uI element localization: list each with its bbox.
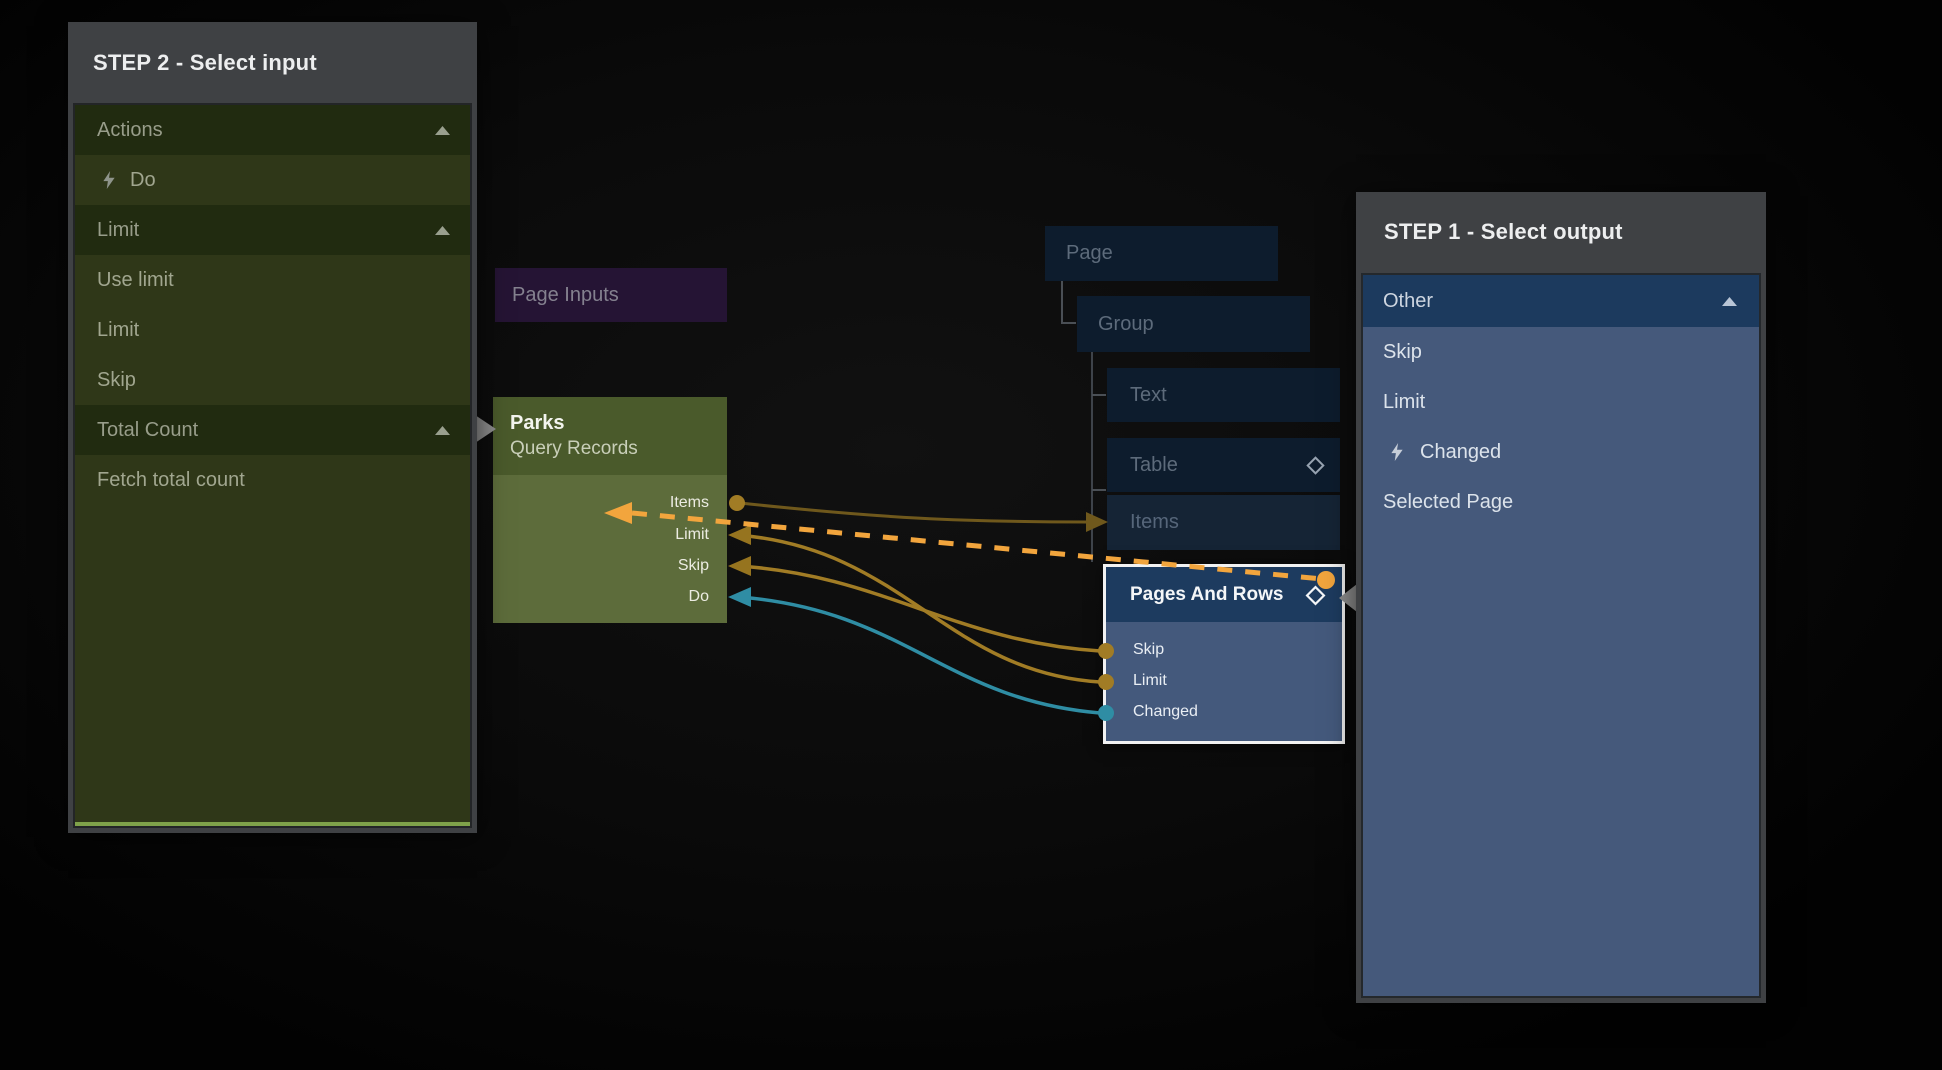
chevron-up-icon[interactable] [435,226,450,235]
step2-section-actions[interactable]: Actions [75,105,470,155]
step1-section-other[interactable]: Other [1363,275,1759,327]
item-label: Do [130,169,156,192]
step1-item-selected-page[interactable]: Selected Page [1363,477,1759,527]
wire-changed[interactable] [739,597,1100,713]
step1-pointer-triangle [1339,584,1357,612]
step2-panel-title: STEP 2 - Select input [93,22,317,104]
step2-section-limit[interactable]: Limit [75,205,470,255]
tree-node-items[interactable]: Items [1107,495,1340,550]
section-label: Other [1383,290,1433,313]
wire-skip[interactable] [737,566,1100,651]
chevron-up-icon[interactable] [435,126,450,135]
item-label: Skip [1383,341,1422,364]
chevron-up-icon[interactable] [1722,297,1737,306]
step1-panel: STEP 1 - Select output Other Skip Limit … [1356,192,1766,1003]
item-label: Skip [97,369,136,392]
item-label: Use limit [97,269,174,292]
parks-skip-arrowhead [728,556,751,576]
tree-node-text[interactable]: Text [1107,368,1340,422]
page-inputs-node[interactable]: Page Inputs [495,268,727,322]
item-label: Changed [1420,441,1501,464]
node-label: Page Inputs [512,284,619,307]
flow-canvas: STEP 2 - Select input Actions Do Limit U… [0,0,1942,1070]
node-title: Pages And Rows [1130,584,1283,606]
parks-port-do[interactable]: Do [689,587,709,607]
pagesrows-port-limit[interactable]: Limit [1133,671,1167,691]
section-label: Total Count [97,419,198,442]
step2-item-fetch-total-count[interactable]: Fetch total count [75,455,470,505]
parks-port-limit[interactable]: Limit [675,525,709,545]
tree-node-label: Items [1130,511,1179,534]
wire-items-arrowhead [1086,512,1108,532]
parks-port-skip[interactable]: Skip [678,556,709,576]
tree-node-label: Page [1066,242,1113,265]
step1-panel-title: STEP 1 - Select output [1384,192,1623,272]
step1-list: Other Skip Limit Changed Selected Page [1361,273,1761,998]
parks-port-items[interactable]: Items [670,493,709,513]
diamond-icon[interactable] [1303,583,1328,608]
step1-item-skip[interactable]: Skip [1363,327,1759,377]
pages-and-rows-node[interactable]: Pages And Rows Skip Limit Changed [1103,564,1345,744]
item-label: Limit [97,319,139,342]
section-label: Limit [97,219,139,242]
tree-node-label: Table [1130,454,1178,477]
wire-items[interactable] [740,503,1088,522]
step1-item-limit[interactable]: Limit [1363,377,1759,427]
lightning-icon [1391,443,1403,461]
tree-node-group[interactable]: Group [1077,296,1310,352]
tree-node-label: Group [1098,313,1154,336]
step2-item-skip[interactable]: Skip [75,355,470,405]
step2-item-do[interactable]: Do [75,155,470,205]
wire-limit[interactable] [737,535,1100,682]
pagesrows-port-skip[interactable]: Skip [1133,640,1164,660]
pagesrows-port-changed[interactable]: Changed [1133,702,1198,722]
node-subtitle: Query Records [510,436,727,461]
parks-limit-arrowhead [728,525,751,545]
tree-connector-page-group [1062,281,1076,323]
parks-items-port-dot[interactable] [729,495,745,511]
tree-node-page[interactable]: Page [1045,226,1278,281]
parks-node-header: Parks Query Records [493,397,727,475]
item-label: Limit [1383,391,1425,414]
parks-node[interactable]: Parks Query Records Items Limit Skip Do [493,397,727,623]
tree-node-table[interactable]: Table [1107,438,1340,492]
tree-node-label: Text [1130,384,1167,407]
item-label: Selected Page [1383,491,1513,514]
step2-item-use-limit[interactable]: Use limit [75,255,470,305]
section-label: Actions [97,119,163,142]
chevron-up-icon[interactable] [435,426,450,435]
step1-item-changed[interactable]: Changed [1363,427,1759,477]
diamond-icon [1304,454,1327,477]
node-title: Parks [510,410,727,436]
step2-item-limit[interactable]: Limit [75,305,470,355]
step2-list: Actions Do Limit Use limit Limit Skip To… [73,103,472,828]
lightning-icon [103,171,115,189]
step2-panel: STEP 2 - Select input Actions Do Limit U… [68,22,477,833]
parks-do-arrowhead [728,587,751,607]
item-label: Fetch total count [97,469,245,492]
step2-section-total-count[interactable]: Total Count [75,405,470,455]
